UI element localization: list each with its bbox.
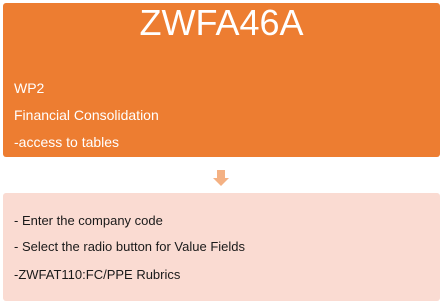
instruction-step-2: - Select the radio button for Value Fiel… <box>14 239 245 254</box>
description-label: -access to tables <box>14 134 120 150</box>
module-label: Financial Consolidation <box>14 107 159 123</box>
instruction-step-1: - Enter the company code <box>14 213 163 228</box>
transaction-box: ZWFA46A WP2 Financial Consolidation -acc… <box>3 3 440 157</box>
instructions-box: - Enter the company code - Select the ra… <box>3 193 440 301</box>
transaction-code-title: ZWFA46A <box>139 2 304 43</box>
down-arrow-icon <box>213 170 229 186</box>
instruction-step-3: -ZWFAT110:FC/PPE Rubrics <box>14 267 181 282</box>
work-package-label: WP2 <box>14 80 45 96</box>
